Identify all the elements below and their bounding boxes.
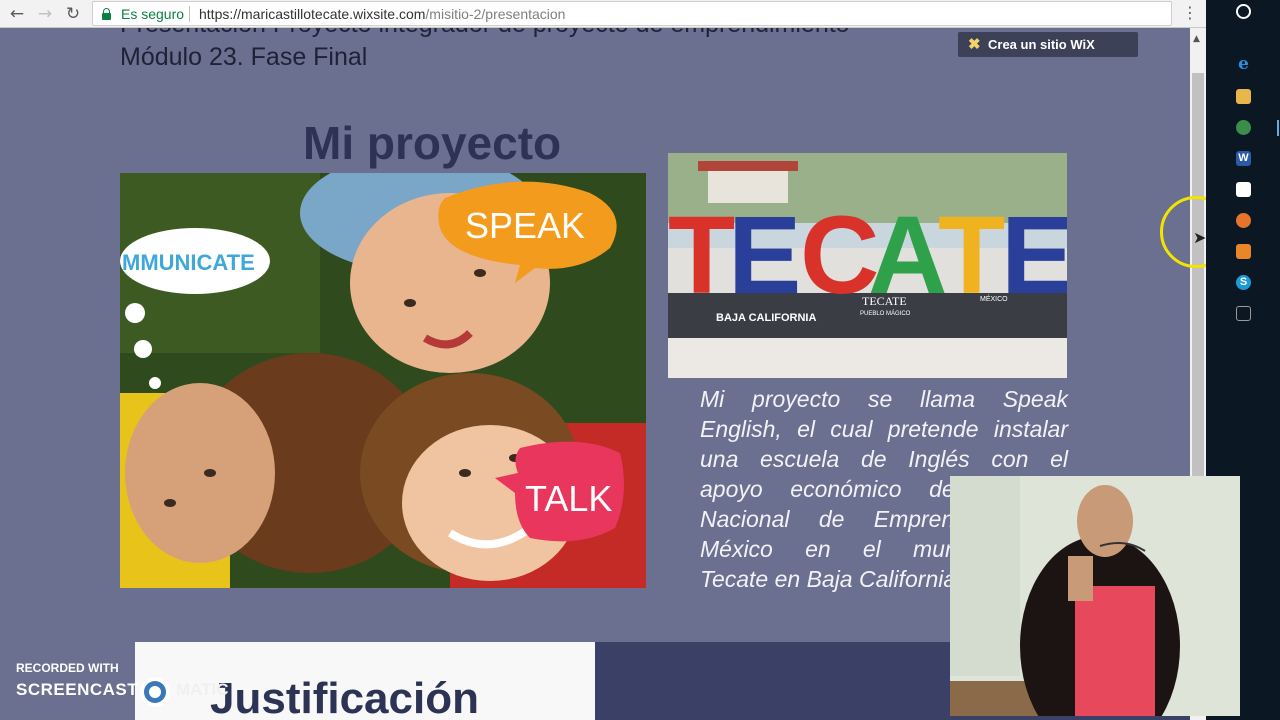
scroll-up-arrow-icon[interactable]: ▲ bbox=[1193, 34, 1200, 44]
tecate-base-baja: BAJA CALIFORNIA bbox=[716, 312, 816, 324]
tecate-letter-e2: E bbox=[1001, 194, 1067, 317]
chrome-icon[interactable] bbox=[1236, 120, 1251, 135]
tecate-base-pueblo: PUEBLO MÁGICO bbox=[860, 310, 911, 317]
mouse-cursor-icon: ➤ bbox=[1193, 228, 1207, 247]
word-icon[interactable]: W bbox=[1236, 151, 1251, 166]
browser-toolbar: ← → ↻ Es seguro https://maricastilloteca… bbox=[0, 0, 1254, 28]
url-text[interactable]: https://maricastillotecate.wixsite.com/m… bbox=[199, 6, 565, 22]
scrollbar-thumb[interactable] bbox=[1192, 73, 1204, 491]
description-line: una escuela de Inglés con el bbox=[700, 446, 1068, 472]
browser-menu-icon[interactable]: ⋮ bbox=[1182, 3, 1198, 22]
description-line: English, el cual pretende instalar bbox=[700, 416, 1068, 442]
desktop-icon[interactable] bbox=[1236, 306, 1251, 321]
tecate-letter-t1: T bbox=[668, 194, 735, 317]
lock-icon bbox=[102, 8, 111, 20]
tecate-letter-e1: E bbox=[728, 194, 801, 317]
justification-title: Justificación bbox=[210, 674, 479, 720]
bubble-speak-text: SPEAK bbox=[465, 205, 585, 246]
file-explorer-icon[interactable] bbox=[1236, 89, 1251, 104]
url-path: /misitio-2/presentacion bbox=[425, 6, 566, 22]
reload-icon[interactable]: ↻ bbox=[62, 3, 84, 25]
cut-off-heading: Presentación Proyecto integrador de proy… bbox=[120, 28, 850, 39]
edge-icon[interactable]: e bbox=[1236, 56, 1251, 73]
tecate-base-mexico: MÉXICO bbox=[980, 294, 1008, 303]
kids-speech-bubbles-image: MMUNICATE SPEAK TALK bbox=[120, 173, 646, 588]
project-title: Mi proyecto bbox=[303, 117, 562, 169]
address-bar[interactable]: Es seguro https://maricastillotecate.wix… bbox=[92, 1, 1254, 26]
description-line: Mi proyecto se llama Speak bbox=[700, 386, 1068, 412]
screencast-logo-icon bbox=[140, 677, 170, 707]
bubble-communicate-text: MMUNICATE bbox=[122, 250, 255, 275]
wix-badge-label: Crea un sitio WiX bbox=[988, 37, 1095, 52]
screencast-brand-right: MATIC bbox=[176, 680, 229, 699]
media-player-icon[interactable] bbox=[1236, 244, 1251, 259]
webcam-overlay-video bbox=[950, 476, 1240, 716]
url-domain: https://maricastillotecate.wixsite.com bbox=[199, 6, 426, 22]
firefox-icon[interactable] bbox=[1236, 213, 1251, 228]
bubble-talk-text: TALK bbox=[525, 478, 612, 519]
back-icon[interactable]: ← bbox=[6, 3, 28, 25]
wix-create-site-button[interactable]: ✖ Crea un sitio WiX bbox=[958, 32, 1138, 57]
wix-logo-icon: ✖ bbox=[968, 36, 981, 53]
skype-icon[interactable]: S bbox=[1236, 275, 1251, 290]
screencast-recorded-label: RECORDED WITH bbox=[16, 661, 119, 675]
tecate-base-tecate: TECATE bbox=[862, 294, 907, 308]
tecate-sign-image: T E C A T E BAJA CALIFORNIA TECATE PUEBL… bbox=[668, 153, 1067, 378]
forward-icon[interactable]: → bbox=[34, 3, 56, 25]
module-title: Módulo 23. Fase Final bbox=[120, 43, 368, 71]
secure-label: Es seguro bbox=[121, 6, 185, 22]
chrome-active-marker bbox=[1277, 120, 1279, 136]
cortana-icon[interactable] bbox=[1236, 4, 1251, 19]
store-icon[interactable] bbox=[1236, 182, 1251, 197]
screencast-brand-left: SCREENCAST bbox=[16, 680, 139, 699]
address-separator bbox=[189, 6, 190, 22]
